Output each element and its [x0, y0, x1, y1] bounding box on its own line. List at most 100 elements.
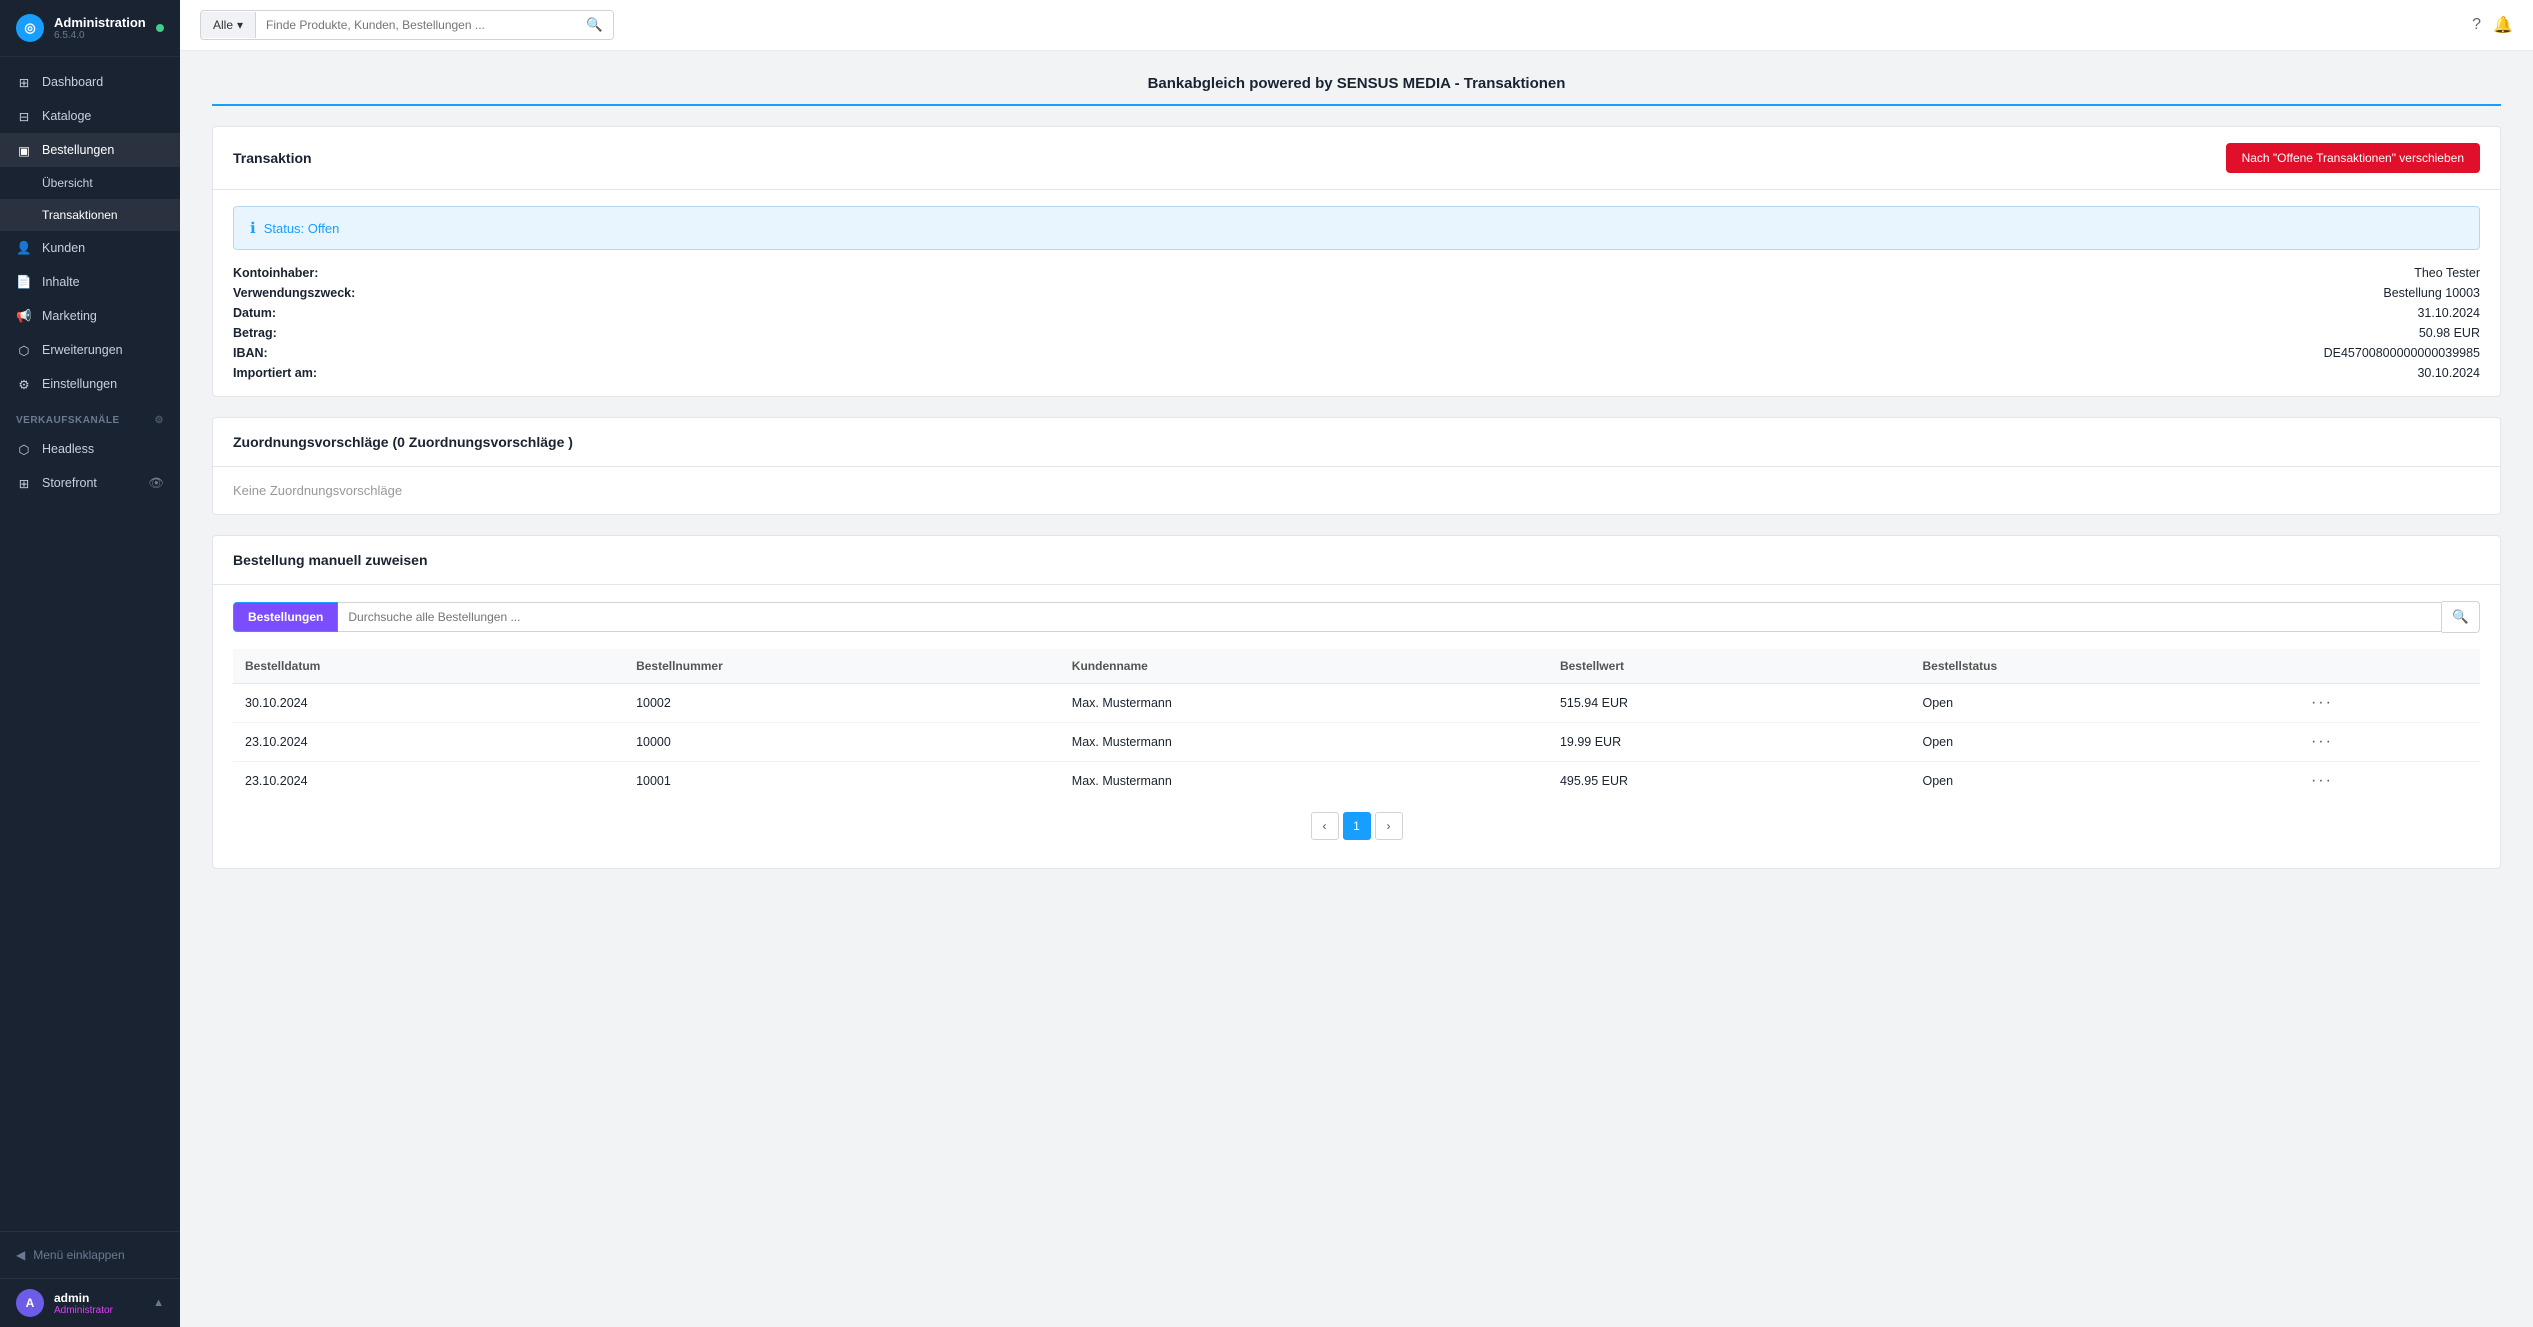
detail-row-datum: Datum: 31.10.2024 [233, 306, 2480, 320]
detail-value: 50.98 EUR [2419, 326, 2480, 340]
search-filter-button[interactable]: Alle ▾ [201, 12, 256, 38]
manual-assign-card-header: Bestellung manuell zuweisen [213, 536, 2500, 585]
sidebar-item-dashboard[interactable]: ⊞ Dashboard [0, 65, 180, 99]
cell-number: 10000 [624, 723, 1060, 762]
cell-customer: Max. Mustermann [1060, 762, 1548, 801]
sidebar-item-erweiterungen[interactable]: ⬡ Erweiterungen [0, 333, 180, 367]
sidebar-item-label: Inhalte [42, 275, 80, 289]
detail-row-verwendungszweck: Verwendungszweck: Bestellung 10003 [233, 286, 2480, 300]
notifications-icon[interactable]: 🔔 [2493, 15, 2513, 35]
sidebar-item-label: Kataloge [42, 109, 91, 123]
megaphone-icon: 📢 [16, 308, 32, 324]
pagination-prev-button[interactable]: ‹ [1311, 812, 1339, 840]
headless-icon: ⬡ [16, 441, 32, 457]
detail-label: Verwendungszweck: [233, 286, 393, 300]
row-actions-button[interactable]: ··· [2311, 772, 2333, 790]
storefront-icon: ⊞ [16, 475, 32, 491]
cell-status: Open [1910, 762, 2298, 801]
table-header-row: Bestelldatum Bestellnummer Kundenname Be… [233, 649, 2480, 684]
row-actions-button[interactable]: ··· [2311, 733, 2333, 751]
sidebar-item-label: Marketing [42, 309, 97, 323]
search-input[interactable] [256, 12, 576, 38]
user-name: admin [54, 1291, 143, 1305]
orders-table-body: 30.10.2024 10002 Max. Mustermann 515.94 … [233, 684, 2480, 801]
sales-section-gear[interactable]: ⚙ [155, 415, 164, 426]
no-suggestions-msg: Keine Zuordnungsvorschläge [233, 475, 402, 506]
orders-tab-button[interactable]: Bestellungen [233, 602, 338, 632]
order-search-submit[interactable]: 🔍 [2442, 601, 2480, 633]
sidebar-item-label: Kunden [42, 241, 85, 255]
sidebar-item-label: Headless [42, 442, 94, 456]
status-label: Status: Offen [264, 221, 340, 236]
sidebar-item-transaktionen[interactable]: Transaktionen [0, 199, 180, 231]
help-icon[interactable]: ? [2472, 16, 2481, 34]
status-dot [156, 24, 164, 32]
detail-label: Importiert am: [233, 366, 393, 380]
app-logo: ◎ [16, 14, 44, 42]
storefront-eye-icon[interactable]: 👁 [148, 476, 164, 491]
table-row: 30.10.2024 10002 Max. Mustermann 515.94 … [233, 684, 2480, 723]
person-icon: 👤 [16, 240, 32, 256]
table-row: 23.10.2024 10000 Max. Mustermann 19.99 E… [233, 723, 2480, 762]
manual-assign-card: Bestellung manuell zuweisen Bestellungen… [212, 535, 2501, 869]
transaction-card-body: ℹ Status: Offen Kontoinhaber: Theo Teste… [213, 190, 2500, 396]
sidebar-item-einstellungen[interactable]: ⚙ Einstellungen [0, 367, 180, 401]
user-role: Administrator [54, 1305, 143, 1316]
order-search-input[interactable] [338, 602, 2442, 632]
sidebar-item-inhalte[interactable]: 📄 Inhalte [0, 265, 180, 299]
zuordnung-card: Zuordnungsvorschläge (0 Zuordnungsvorsch… [212, 417, 2501, 515]
detail-row-kontoinhaber: Kontoinhaber: Theo Tester [233, 266, 2480, 280]
move-to-open-button[interactable]: Nach "Offene Transaktionen" verschieben [2226, 143, 2480, 173]
detail-value: Bestellung 10003 [2383, 286, 2480, 300]
col-bestelldatum: Bestelldatum [233, 649, 624, 684]
grid-icon: ⊞ [16, 74, 32, 90]
file-icon: 📄 [16, 274, 32, 290]
pagination: ‹ 1 › [233, 800, 2480, 852]
search-filter-label: Alle [213, 18, 233, 32]
collapse-label: Menü einklappen [33, 1248, 124, 1262]
collapse-menu-button[interactable]: ◀ Menü einklappen [16, 1242, 164, 1268]
sidebar-item-storefront[interactable]: ⊞ Storefront 👁 [0, 466, 180, 500]
pagination-next-button[interactable]: › [1375, 812, 1403, 840]
pagination-page-1-button[interactable]: 1 [1343, 812, 1371, 840]
cell-value: 515.94 EUR [1548, 684, 1911, 723]
cell-actions: ··· [2299, 684, 2480, 723]
avatar: A [16, 1289, 44, 1317]
table-row: 23.10.2024 10001 Max. Mustermann 495.95 … [233, 762, 2480, 801]
sidebar-item-bestellungen[interactable]: ▣ Bestellungen [0, 133, 180, 167]
book-icon: ⊟ [16, 108, 32, 124]
sidebar-item-marketing[interactable]: 📢 Marketing [0, 299, 180, 333]
zuordnung-card-header: Zuordnungsvorschläge (0 Zuordnungsvorsch… [213, 418, 2500, 467]
detail-row-iban: IBAN: DE45700800000000039985 [233, 346, 2480, 360]
sidebar-item-uebersicht[interactable]: Übersicht [0, 167, 180, 199]
order-search-bar: Bestellungen 🔍 [233, 601, 2480, 633]
sidebar: ◎ Administration 6.5.4.0 ⊞ Dashboard ⊟ K… [0, 0, 180, 1327]
search-submit-button[interactable]: 🔍 [576, 11, 613, 39]
col-bestellnummer: Bestellnummer [624, 649, 1060, 684]
sidebar-item-label: Dashboard [42, 75, 103, 89]
sidebar-item-label: Storefront [42, 476, 97, 490]
row-actions-button[interactable]: ··· [2311, 694, 2333, 712]
sales-section-label: Verkaufskanäle [16, 415, 120, 426]
sidebar-item-kunden[interactable]: 👤 Kunden [0, 231, 180, 265]
detail-value: 31.10.2024 [2417, 306, 2480, 320]
box-icon: ▣ [16, 142, 32, 158]
search-wrapper: Alle ▾ 🔍 [200, 10, 614, 40]
cell-value: 495.95 EUR [1548, 762, 1911, 801]
main-area: Alle ▾ 🔍 ? 🔔 Bankabgleich powered by SEN… [180, 0, 2533, 1327]
cell-date: 23.10.2024 [233, 762, 624, 801]
sidebar-nav: ⊞ Dashboard ⊟ Kataloge ▣ Bestellungen Üb… [0, 57, 180, 1231]
sidebar-item-headless[interactable]: ⬡ Headless [0, 432, 180, 466]
user-bar[interactable]: A admin Administrator ▲ [0, 1278, 180, 1327]
sidebar-item-kataloge[interactable]: ⊟ Kataloge [0, 99, 180, 133]
orders-table: Bestelldatum Bestellnummer Kundenname Be… [233, 649, 2480, 800]
app-version: 6.5.4.0 [54, 30, 146, 41]
orders-table-head: Bestelldatum Bestellnummer Kundenname Be… [233, 649, 2480, 684]
cell-status: Open [1910, 684, 2298, 723]
cell-status: Open [1910, 723, 2298, 762]
topbar: Alle ▾ 🔍 ? 🔔 [180, 0, 2533, 51]
sidebar-footer: ◀ Menü einklappen [0, 1231, 180, 1278]
gear-icon: ⚙ [16, 376, 32, 392]
detail-row-importiert: Importiert am: 30.10.2024 [233, 366, 2480, 380]
user-chevron-icon: ▲ [153, 1297, 164, 1309]
